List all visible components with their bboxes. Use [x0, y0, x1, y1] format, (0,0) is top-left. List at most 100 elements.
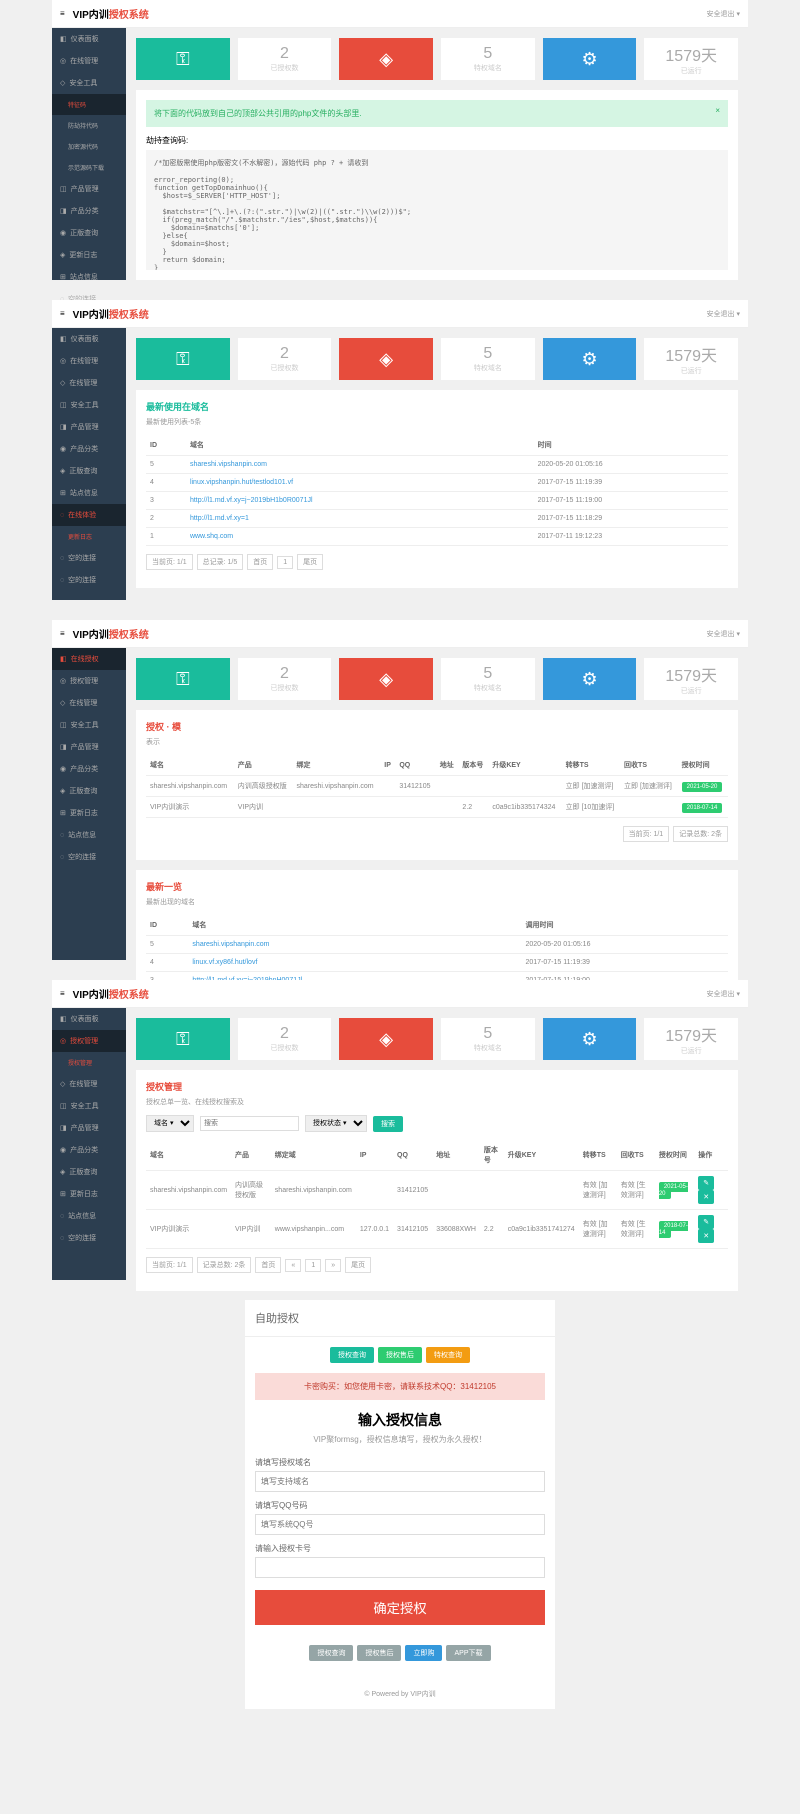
- nav-online2[interactable]: ◇ 在线管理: [52, 372, 126, 394]
- table-row: 2http://l1.md.vf.xy=12017-07-15 11:18:29: [146, 510, 728, 528]
- foot-query[interactable]: 授权查询: [309, 1645, 353, 1661]
- btn-aftersale[interactable]: 授权售后: [378, 1347, 422, 1363]
- menu-icon[interactable]: ≡: [60, 309, 65, 318]
- domain-link[interactable]: www.shq.com: [190, 533, 233, 540]
- nav-site[interactable]: ⊞ 站点信息: [52, 482, 126, 504]
- nav-security[interactable]: ◫ 安全工具: [52, 1095, 126, 1117]
- nav-verify[interactable]: ◈ 正版查询: [52, 780, 126, 802]
- nav-download[interactable]: 示范源码下载: [52, 157, 126, 178]
- page-last[interactable]: 尾页: [345, 1257, 371, 1273]
- page-pp[interactable]: «: [285, 1259, 301, 1272]
- nav-security[interactable]: ◫ 安全工具: [52, 394, 126, 416]
- input-qq[interactable]: [255, 1514, 545, 1535]
- nav-empty[interactable]: ◌ 空的连接: [52, 846, 126, 868]
- nav-security[interactable]: ◫ 安全工具: [52, 714, 126, 736]
- close-icon[interactable]: ×: [715, 106, 720, 115]
- nav-sub-active[interactable]: 更新日志: [52, 526, 126, 547]
- nav-antihijack[interactable]: 防劫持代码: [52, 115, 126, 136]
- nav-online[interactable]: ◇ 在线管理: [52, 692, 126, 714]
- submit-button[interactable]: 确定授权: [255, 1590, 545, 1625]
- th-time: 授权时间: [655, 1140, 694, 1171]
- nav-empty[interactable]: ◌ 空的连接: [52, 547, 126, 569]
- foot-app[interactable]: APP下载: [446, 1645, 490, 1661]
- nav-feature-code[interactable]: 特征码: [52, 94, 126, 115]
- domain-link[interactable]: http://l1.md.vf.xy=j~2019bH1b0R0071Jl: [190, 497, 313, 504]
- th-key: 升级KEY: [488, 755, 561, 776]
- nav-verify[interactable]: ◈ 正版查询: [52, 460, 126, 482]
- nav-online[interactable]: ◎ 在线管理: [52, 50, 126, 72]
- nav-category[interactable]: ◉ 产品分类: [52, 1139, 126, 1161]
- nav-site[interactable]: ◌ 站点信息: [52, 824, 126, 846]
- nav-changelog[interactable]: ⊞ 更新日志: [52, 1183, 126, 1205]
- th-httpf2: 回收TS: [620, 755, 678, 776]
- logout-link[interactable]: 安全退出 ▾: [707, 309, 740, 319]
- foot-buy[interactable]: 立即购: [405, 1645, 442, 1661]
- nav-verify[interactable]: ◈ 正版查询: [52, 1161, 126, 1183]
- logo: VIP内训授权系统: [73, 626, 149, 641]
- page-1[interactable]: 1: [277, 556, 293, 569]
- th-httpf: 转移TS: [579, 1140, 617, 1171]
- nav-product[interactable]: ◨ 产品管理: [52, 736, 126, 758]
- nav-dashboard[interactable]: ◧ 仪表面板: [52, 328, 126, 350]
- menu-icon[interactable]: ≡: [60, 989, 65, 998]
- page-nn[interactable]: »: [325, 1259, 341, 1272]
- nav-online[interactable]: ◎ 在线管理: [52, 350, 126, 372]
- nav-product[interactable]: ◫ 产品管理: [52, 178, 126, 200]
- edit-button[interactable]: ✎: [698, 1215, 714, 1229]
- foot-aftersale[interactable]: 授权售后: [357, 1645, 401, 1661]
- table-row: 3http://l1.md.vf.xy=j~2019bH1b0R0071Jl20…: [146, 492, 728, 510]
- search-field-select[interactable]: 域名 ▾: [146, 1115, 194, 1132]
- table-row: shareshi.vipshanpin.com内训高级授权版shareshi.v…: [146, 1171, 728, 1210]
- page-1[interactable]: 1: [305, 1259, 321, 1272]
- filter-select[interactable]: 授权状态 ▾: [305, 1115, 367, 1132]
- nav-category[interactable]: ◉ 产品分类: [52, 758, 126, 780]
- nav-category[interactable]: ◉ 产品分类: [52, 438, 126, 460]
- nav-auth-sub[interactable]: 授权管理: [52, 1052, 126, 1073]
- search-input[interactable]: [200, 1116, 299, 1131]
- domain-link[interactable]: linux.vf.xy86f.hut/lovf: [192, 959, 257, 966]
- nav-auth-mgmt[interactable]: ◎ 授权管理: [52, 670, 126, 692]
- domain-link[interactable]: linux.vipshanpin.hut/testlod101.vf: [190, 479, 293, 486]
- th-qq: QQ: [395, 755, 435, 776]
- nav-dashboard[interactable]: ◧ 仪表面板: [52, 28, 126, 50]
- nav-encrypt[interactable]: 加密源代码: [52, 136, 126, 157]
- stat-authorized: 2已授权数: [238, 658, 332, 700]
- nav-product[interactable]: ◨ 产品管理: [52, 1117, 126, 1139]
- domain-link[interactable]: http://l1.md.vf.xy=1: [190, 515, 249, 522]
- nav-online[interactable]: ◇ 在线管理: [52, 1073, 126, 1095]
- nav-product[interactable]: ◨ 产品管理: [52, 416, 126, 438]
- nav-site[interactable]: ◌ 站点信息: [52, 1205, 126, 1227]
- nav-verify[interactable]: ◉ 正版查询: [52, 222, 126, 244]
- logout-link[interactable]: 安全退出 ▾: [707, 9, 740, 19]
- menu-icon[interactable]: ≡: [60, 629, 65, 638]
- input-domain[interactable]: [255, 1471, 545, 1492]
- edit-button[interactable]: ✎: [698, 1176, 714, 1190]
- nav-category[interactable]: ◨ 产品分类: [52, 200, 126, 222]
- nav-dashboard[interactable]: ◧ 仪表面板: [52, 1008, 126, 1030]
- delete-button[interactable]: ✕: [698, 1229, 714, 1243]
- input-key[interactable]: [255, 1557, 545, 1578]
- page-first[interactable]: 首页: [247, 554, 273, 570]
- domain-link[interactable]: shareshi.vipshanpin.com: [192, 941, 269, 948]
- nav-site[interactable]: ⊞ 站点信息: [52, 266, 126, 288]
- page-first[interactable]: 首页: [255, 1257, 281, 1273]
- nav-changelog[interactable]: ◈ 更新日志: [52, 244, 126, 266]
- th-op: 操作: [694, 1140, 728, 1171]
- btn-query[interactable]: 授权查询: [330, 1347, 374, 1363]
- nav-auth-mgmt[interactable]: ◎ 授权管理: [52, 1030, 126, 1052]
- logout-link[interactable]: 安全退出 ▾: [707, 989, 740, 999]
- search-button[interactable]: 搜索: [373, 1116, 403, 1132]
- btn-priv-query[interactable]: 特权查询: [426, 1347, 470, 1363]
- nav-empty[interactable]: ◌ 空的连接: [52, 1227, 126, 1249]
- page-last[interactable]: 尾页: [297, 554, 323, 570]
- nav-security[interactable]: ◇ 安全工具: [52, 72, 126, 94]
- nav-empty2[interactable]: ◌ 空的连接: [52, 569, 126, 591]
- domain-link[interactable]: shareshi.vipshanpin.com: [190, 461, 267, 468]
- nav-changelog[interactable]: ⊞ 更新日志: [52, 802, 126, 824]
- logout-link[interactable]: 安全退出 ▾: [707, 629, 740, 639]
- delete-button[interactable]: ✕: [698, 1190, 714, 1204]
- nav-auth-online[interactable]: ◧ 在线授权: [52, 648, 126, 670]
- nav-online-exp[interactable]: ◌ 在线体验: [52, 504, 126, 526]
- menu-icon[interactable]: ≡: [60, 9, 65, 18]
- auth-mgmt-table: 域名 产品 绑定域 IP QQ 地址 版本号 升级KEY 转移TS 回收TS 授…: [146, 1140, 728, 1249]
